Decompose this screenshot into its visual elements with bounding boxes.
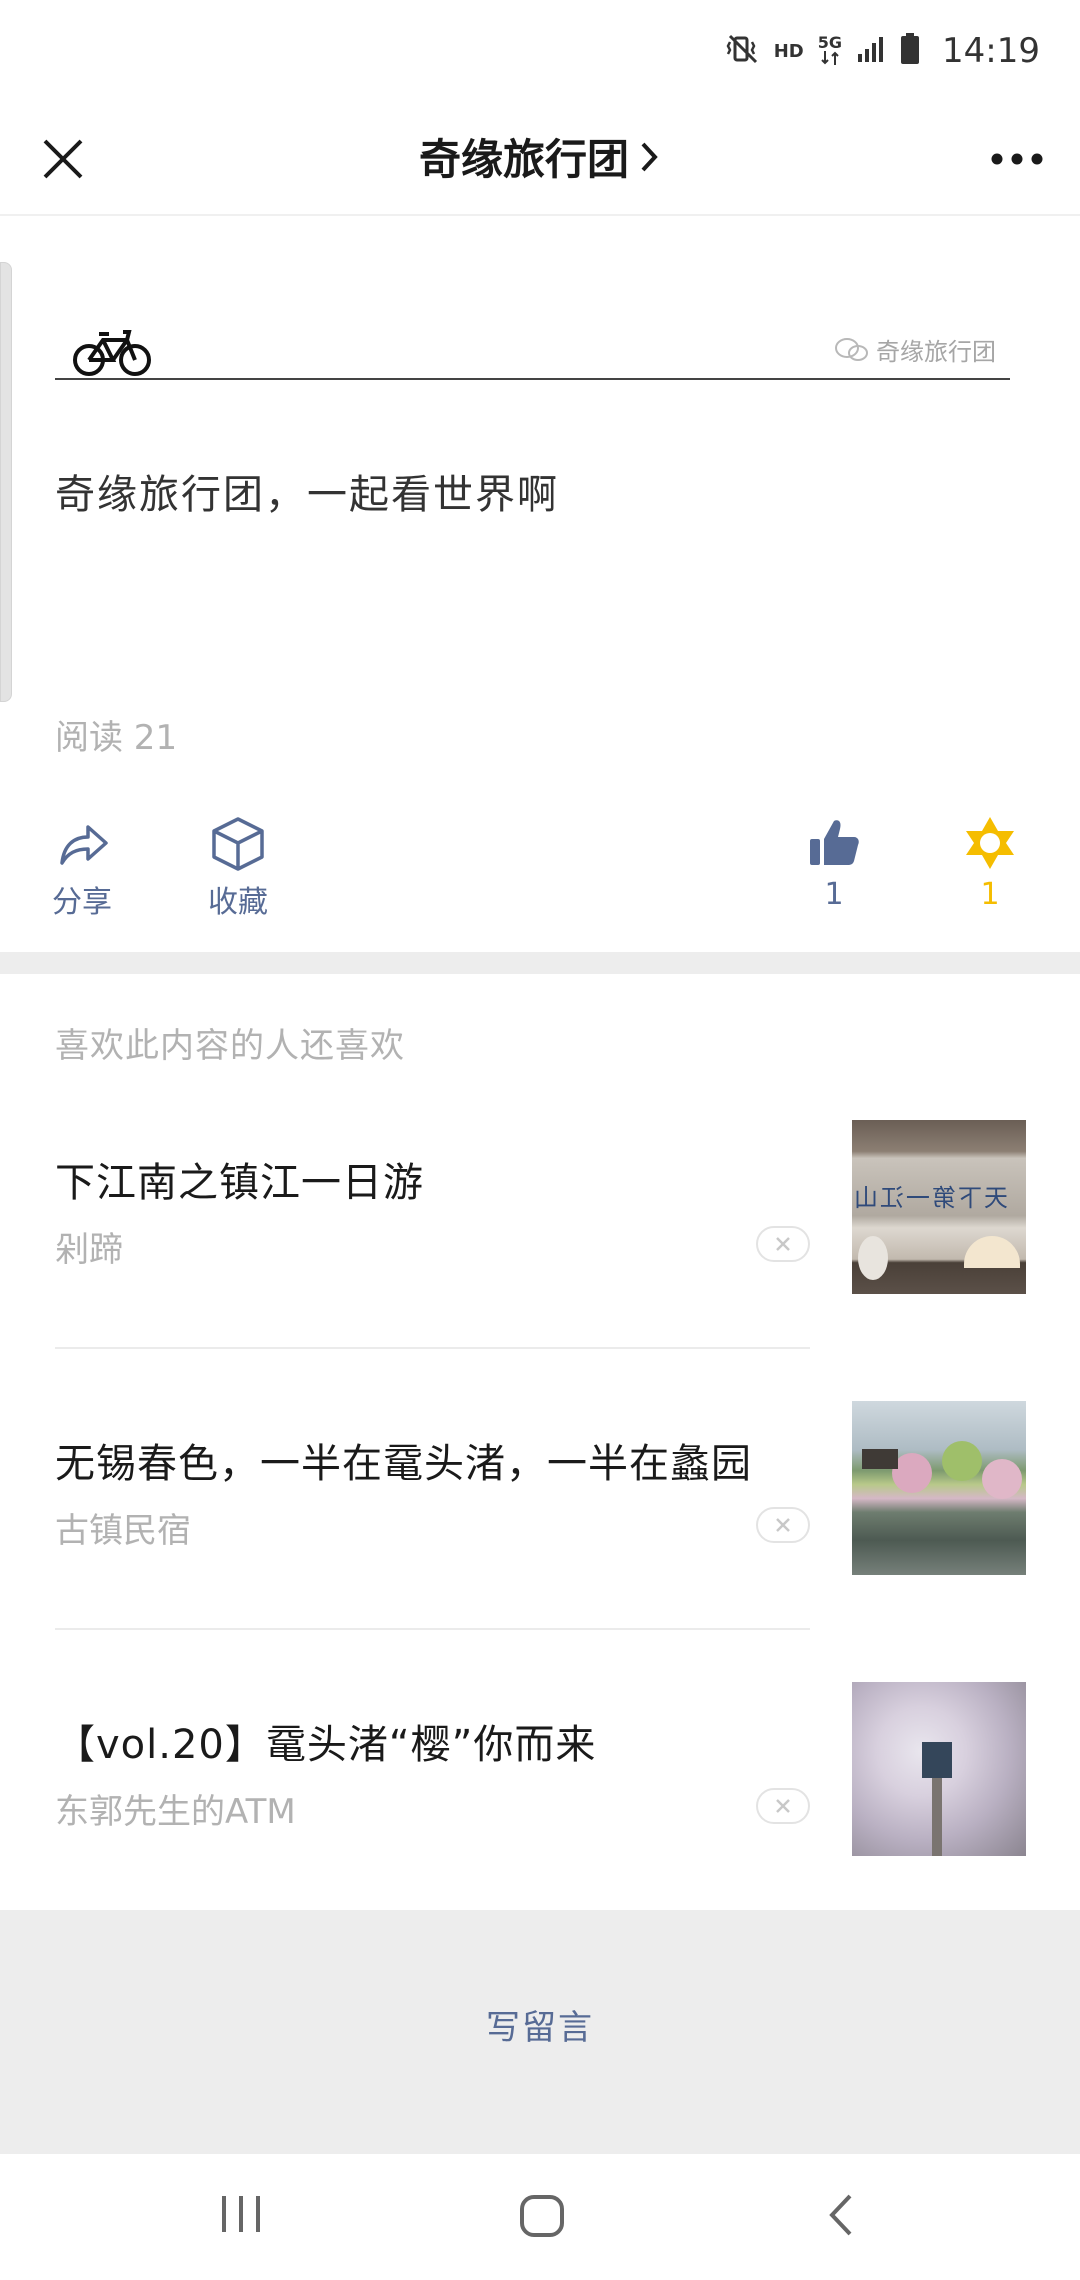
favorite-label: 收藏 — [208, 885, 268, 920]
recommendations-heading: 喜欢此内容的人还喜欢 — [55, 1026, 405, 1066]
system-nav-bar — [0, 2154, 1080, 2280]
dismiss-button[interactable] — [756, 1788, 810, 1824]
chevron-right-icon — [641, 142, 658, 171]
recommended-title: 【vol.20】鼋头渚“樱”你而来 — [55, 1722, 597, 1768]
recommended-source: 古镇民宿 — [55, 1511, 191, 1551]
hd-icon: HD — [773, 40, 804, 62]
thumbnail-blossom — [982, 1459, 1022, 1499]
thumbnail-pavilion — [862, 1449, 898, 1469]
thumbnail-image — [852, 1682, 1026, 1856]
status-bar: HD 5G 14:19 — [0, 0, 1080, 100]
more-button[interactable] — [982, 124, 1052, 194]
list-divider — [55, 1628, 810, 1630]
share-button[interactable]: 分享 — [52, 815, 112, 921]
comment-bar: 写留言 — [0, 1910, 1080, 2154]
account-title-link[interactable]: 奇缘旅行团 — [0, 126, 1080, 187]
status-icons: HD 5G 14:19 — [726, 26, 1040, 76]
close-icon — [776, 1799, 790, 1813]
cube-icon — [212, 817, 264, 871]
article-body-text: 奇缘旅行团，一起看世界啊 — [55, 472, 559, 518]
vibrate-mute-icon — [726, 32, 760, 70]
recommended-source: 东郭先生的ATM — [55, 1792, 296, 1832]
home-icon — [520, 2195, 564, 2237]
status-time: 14:19 — [942, 31, 1040, 71]
like-button[interactable]: 1 — [806, 815, 862, 912]
thumbnail-path — [932, 1778, 942, 1856]
thumbnail-light — [964, 1236, 1020, 1268]
wechat-icon — [835, 337, 868, 361]
thumbnail-tree — [942, 1441, 982, 1481]
section-divider — [0, 952, 1080, 974]
edge-panel-handle[interactable] — [0, 262, 12, 702]
battery-icon — [900, 33, 920, 69]
wow-count: 1 — [980, 877, 1000, 912]
thumbnail-blossom — [892, 1453, 932, 1493]
bicycle-icon — [73, 330, 151, 376]
plaque-text: 天下第一江山 — [852, 1184, 1008, 1212]
home-button[interactable] — [518, 2194, 566, 2242]
close-icon — [776, 1237, 790, 1251]
dismiss-button[interactable] — [756, 1226, 810, 1262]
5g-icon: 5G — [817, 32, 843, 68]
recommended-source: 剁蹄 — [55, 1230, 123, 1270]
signal-icon — [856, 34, 886, 68]
watermark-text: 奇缘旅行团 — [876, 338, 996, 366]
account-watermark: 奇缘旅行团 — [834, 332, 996, 367]
back-icon — [829, 2194, 852, 2236]
wow-star-icon — [966, 817, 1014, 869]
close-icon — [776, 1518, 790, 1532]
write-comment-button[interactable]: 写留言 — [0, 2000, 1080, 2049]
back-button[interactable] — [826, 2192, 856, 2242]
thumbnail-rock — [858, 1236, 888, 1280]
recommended-title: 无锡春色，一半在鼋头渚，一半在蠡园 — [55, 1441, 752, 1487]
recommended-article[interactable]: 无锡春色，一半在鼋头渚，一半在蠡园 古镇民宿 — [0, 1401, 1080, 1681]
recommended-title: 下江南之镇江一日游 — [55, 1160, 424, 1206]
favorite-button[interactable]: 收藏 — [208, 815, 268, 921]
more-icon — [991, 153, 1043, 165]
list-divider — [55, 1347, 810, 1349]
like-count: 1 — [824, 877, 844, 912]
top-nav: 奇缘旅行团 — [0, 100, 1080, 216]
thumbnail-image — [852, 1401, 1026, 1575]
write-comment-label: 写留言 — [486, 2008, 594, 2048]
thumbnail-plaque-text: 天下第一江山 — [852, 1178, 1026, 1213]
recents-button[interactable] — [218, 2194, 264, 2238]
thumbnail-image: 天下第一江山 — [852, 1120, 1026, 1294]
read-count: 阅读 21 — [55, 718, 178, 758]
share-icon — [60, 825, 108, 865]
thumbnail-building — [922, 1742, 952, 1778]
5g-label: 5G — [817, 32, 843, 52]
thumbs-up-icon — [810, 820, 859, 865]
page-title: 奇缘旅行团 — [418, 135, 629, 184]
article-header-banner: 奇缘旅行团 — [55, 320, 1010, 380]
dismiss-button[interactable] — [756, 1507, 810, 1543]
recommended-article[interactable]: 下江南之镇江一日游 剁蹄 天下第一江山 — [0, 1120, 1080, 1400]
recents-icon — [222, 2196, 260, 2232]
share-label: 分享 — [52, 885, 112, 920]
wow-button[interactable]: 1 — [962, 815, 1018, 912]
